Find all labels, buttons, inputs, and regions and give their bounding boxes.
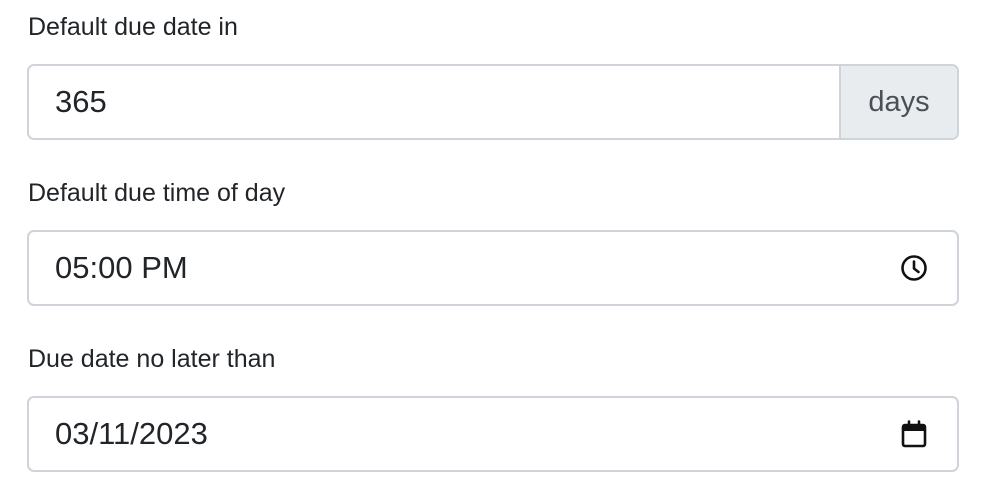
due-date-settings-form: Default due date in 365 days Default due… [0,0,984,496]
clock-icon[interactable] [871,232,957,304]
default-due-date-input-group: 365 days [27,64,959,140]
default-due-time-input[interactable]: 05:00 PM [29,232,871,304]
days-addon: days [839,66,957,138]
default-due-date-label: Default due date in [28,13,238,41]
calendar-icon[interactable] [871,398,957,470]
default-due-time-label: Default due time of day [28,179,286,207]
default-due-date-input[interactable]: 365 [29,66,839,138]
due-date-no-later-than-label: Due date no later than [28,345,276,373]
default-due-time-input-group: 05:00 PM [27,230,959,306]
due-date-no-later-than-input[interactable]: 03/11/2023 [29,398,871,470]
due-date-no-later-than-input-group: 03/11/2023 [27,396,959,472]
